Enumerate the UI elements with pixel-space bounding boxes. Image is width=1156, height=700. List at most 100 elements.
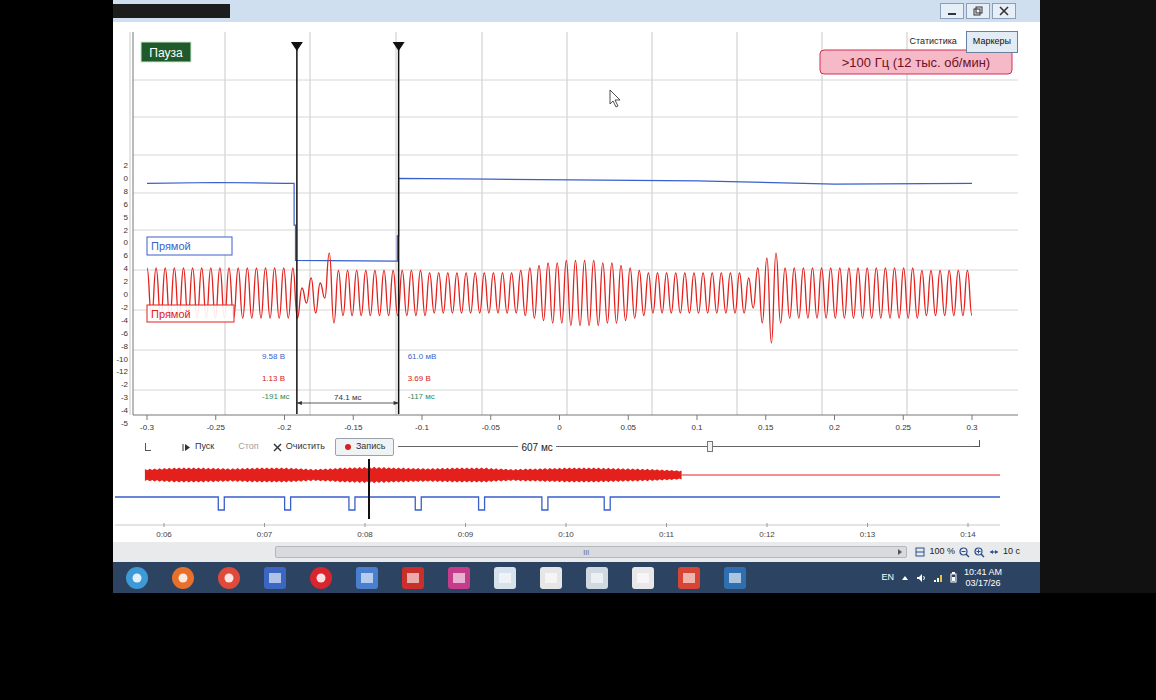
- x-tick: -0.1: [415, 423, 429, 432]
- scrollbar[interactable]: III: [275, 546, 907, 558]
- x-tick: -0.3: [140, 423, 154, 432]
- bezel-left: [0, 0, 113, 593]
- restore-button[interactable]: [966, 3, 990, 19]
- clear-icon: [273, 443, 282, 452]
- svg-text:>100 Гц (12 тыс. об/мин): >100 Гц (12 тыс. об/мин): [842, 55, 990, 70]
- minimize-icon: [947, 6, 957, 16]
- overview-pulses: [115, 497, 1000, 510]
- marker-delta: 74.1 мс: [334, 393, 361, 402]
- time-tick: 0:13: [860, 530, 876, 539]
- y-tick: 4: [124, 264, 129, 273]
- vm-icon[interactable]: [261, 564, 289, 592]
- y-tick: 0: [124, 238, 129, 247]
- span-icon[interactable]: [989, 547, 999, 557]
- view-tab[interactable]: Статистика: [903, 31, 964, 53]
- marker[interactable]: [291, 42, 303, 414]
- timeline-slider[interactable]: 607 мс: [398, 437, 980, 457]
- pause-badge: Пауза: [141, 42, 191, 62]
- y-tick: 2: [124, 277, 129, 286]
- title-block: [113, 4, 230, 18]
- launcher-icon[interactable]: [445, 564, 473, 592]
- marker-reading: 61.0 мВ: [408, 352, 437, 361]
- oscillogram[interactable]: -0.3-0.25-0.2-0.15-0.1-0.0500.050.10.150…: [113, 22, 1040, 437]
- app-window: -0.3-0.25-0.2-0.15-0.1-0.0500.050.10.150…: [113, 0, 1040, 593]
- view-tabs: СтатистикаМаркеры: [903, 31, 1018, 53]
- timeline-track: [398, 446, 980, 447]
- y-tick: 6: [124, 200, 129, 209]
- scroll-spacer: [113, 542, 275, 562]
- window-icon[interactable]: [491, 564, 519, 592]
- timeline-thumb[interactable]: [707, 441, 713, 452]
- zoom-out-icon[interactable]: [959, 547, 970, 558]
- network-icon[interactable]: [353, 564, 381, 592]
- fit-icon[interactable]: [915, 547, 925, 557]
- scope-icon[interactable]: [721, 564, 749, 592]
- plot-area: -0.3-0.25-0.2-0.15-0.1-0.0500.050.10.150…: [113, 22, 1040, 437]
- marker-reading: 9.58 В: [262, 352, 285, 361]
- marker-handle-icon[interactable]: [393, 42, 405, 51]
- close-button[interactable]: [992, 3, 1016, 19]
- opera-icon[interactable]: [307, 564, 335, 592]
- start-icon[interactable]: [123, 564, 151, 592]
- chrome-icon[interactable]: [215, 564, 243, 592]
- button-label: Стоп: [238, 440, 258, 454]
- mouse-cursor-icon: [610, 90, 620, 107]
- remote-icon[interactable]: [675, 564, 703, 592]
- y-tick: -2: [121, 303, 129, 312]
- clock-date: 03/17/26: [965, 578, 1000, 588]
- overview-cursor[interactable]: [368, 459, 370, 519]
- x-tick: 0.25: [895, 423, 911, 432]
- record-button[interactable]: Запись: [335, 438, 395, 456]
- firefox-icon[interactable]: [169, 564, 197, 592]
- tray-expand-icon[interactable]: [901, 574, 909, 582]
- series-name: Прямой: [151, 240, 191, 252]
- series-name: Прямой: [151, 308, 191, 320]
- bosch-icon[interactable]: [399, 564, 427, 592]
- x-tick: 0.05: [620, 423, 636, 432]
- marker-reading: -117 мс: [408, 392, 435, 401]
- range-bracket: [974, 440, 980, 447]
- y-tick: 8: [124, 187, 129, 196]
- view-tab[interactable]: Маркеры: [966, 31, 1018, 53]
- button-label: Очистить: [286, 440, 325, 454]
- language-indicator[interactable]: EN: [881, 571, 894, 585]
- marker-reading: 3.69 В: [408, 374, 431, 383]
- excel-icon[interactable]: [537, 564, 565, 592]
- time-tick: 0:14: [960, 530, 976, 539]
- signal-icon[interactable]: [933, 573, 943, 583]
- battery-icon[interactable]: [950, 572, 957, 583]
- time-tick: 0:07: [257, 530, 273, 539]
- y-tick: 2: [124, 161, 129, 170]
- clock[interactable]: 10:41 AM03/17/26: [964, 567, 1002, 588]
- minimize-button[interactable]: [940, 3, 964, 19]
- scroll-right-icon[interactable]: [896, 548, 904, 556]
- taskbar: EN 10:41 AM03/17/26: [113, 562, 1040, 593]
- play-button[interactable]: Пуск: [182, 440, 214, 454]
- document-icon[interactable]: [583, 564, 611, 592]
- clear-button[interactable]: Очистить: [273, 440, 325, 454]
- overview-chart[interactable]: 0:060:070:080:090:100:110:120:130:14: [113, 457, 1040, 542]
- y-tick: -2: [121, 380, 129, 389]
- x-tick: -0.15: [344, 423, 363, 432]
- x-tick: 0.15: [758, 423, 774, 432]
- y-tick: 0: [124, 290, 129, 299]
- plain-button[interactable]: Стоп: [238, 440, 258, 454]
- restore-icon: [973, 6, 983, 16]
- marker-handle-icon[interactable]: [291, 42, 303, 51]
- files-icon[interactable]: [629, 564, 657, 592]
- series-label[interactable]: Прямой: [147, 237, 232, 255]
- zoom-in-icon[interactable]: [974, 547, 985, 558]
- zoom-controls: 100 %10 с: [915, 545, 1020, 559]
- y-tick: -10: [116, 355, 128, 364]
- speaker-icon[interactable]: [916, 573, 926, 583]
- controls-row: Пуск Стоп Очистить Запись 607 мс: [113, 437, 1040, 457]
- time-tick: 0:06: [156, 530, 172, 539]
- scroll-row: III 100 %10 с: [113, 542, 1040, 562]
- y-tick: -4: [121, 316, 129, 325]
- scroll-grip[interactable]: III: [276, 549, 896, 556]
- button-label: Запись: [356, 440, 386, 454]
- series-label[interactable]: Прямой: [147, 305, 234, 322]
- marker[interactable]: [393, 42, 405, 414]
- zoom-level: 100 %: [929, 545, 955, 559]
- blue-trace: [147, 178, 972, 261]
